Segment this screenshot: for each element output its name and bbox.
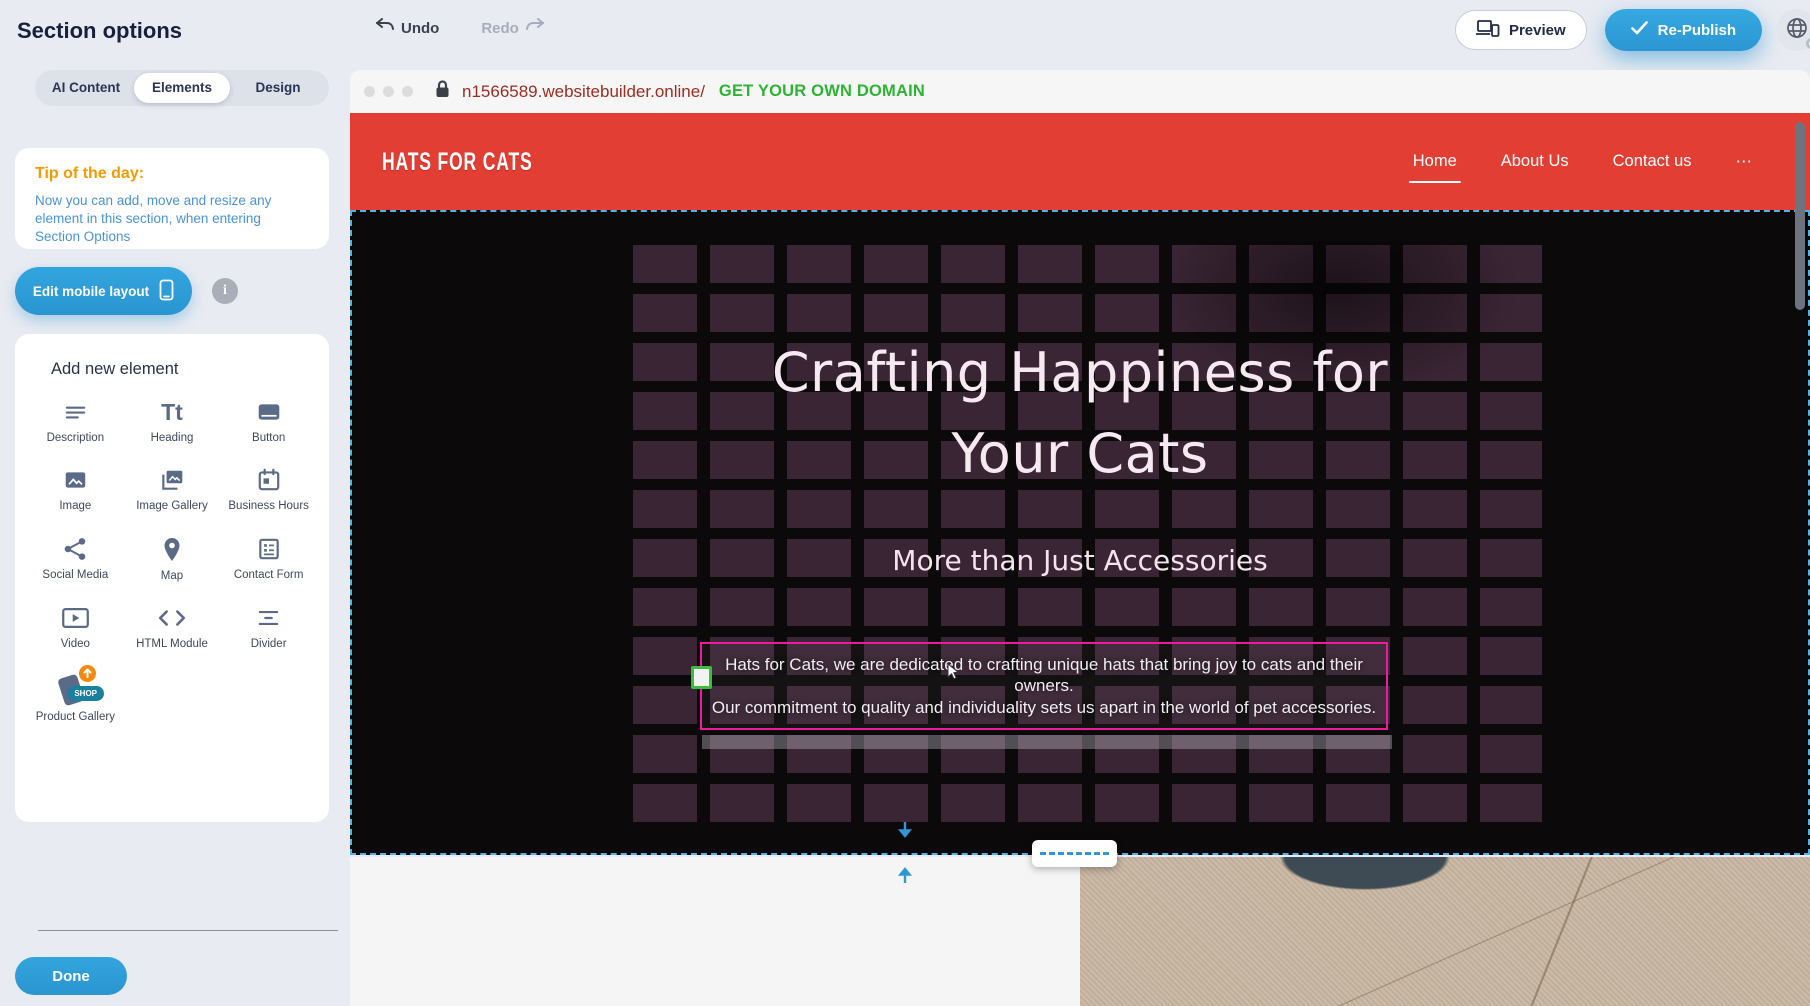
code-icon [157, 605, 187, 631]
image-gallery-icon [158, 467, 186, 493]
topbar-actions: Preview Re-Publish [1455, 0, 1810, 60]
sidebar-divider [38, 930, 338, 931]
nav-contact-us[interactable]: Contact us [1611, 146, 1694, 177]
tab-design[interactable]: Design [230, 73, 326, 103]
drag-ghost-strip [702, 735, 1392, 749]
devices-icon [1476, 19, 1500, 41]
divider-icon [255, 605, 282, 631]
sidebar: AI Content Elements Design Tip of the da… [0, 60, 350, 1006]
paragraph-line-2: Our commitment to quality and individual… [702, 697, 1386, 719]
globe-icon [1785, 16, 1809, 45]
site-url[interactable]: n1566589.websitebuilder.online/ [462, 82, 705, 102]
shop-badge: SHOP [67, 686, 104, 701]
social-media-icon [62, 536, 89, 562]
element-business-hours[interactable]: Business Hours [220, 467, 317, 513]
page-title: Section options [17, 18, 182, 44]
element-html-module[interactable]: HTML Module [124, 605, 221, 651]
element-divider[interactable]: Divider [220, 605, 317, 651]
tab-elements[interactable]: Elements [134, 73, 230, 103]
globe-status-dot [1806, 38, 1810, 49]
republish-label: Re-Publish [1658, 22, 1736, 39]
done-button[interactable]: Done [15, 957, 127, 995]
republish-button[interactable]: Re-Publish [1605, 9, 1762, 51]
lock-icon [435, 80, 450, 103]
hero-title[interactable]: Crafting Happiness for Your Cats [352, 332, 1808, 494]
element-button[interactable]: Button [220, 399, 317, 445]
contact-form-icon [256, 536, 282, 562]
element-image-gallery[interactable]: Image Gallery [124, 467, 221, 513]
undo-label: Undo [401, 20, 439, 37]
element-contact-form[interactable]: Contact Form [220, 536, 317, 583]
edit-mobile-label: Edit mobile layout [33, 284, 149, 299]
nav-about-us[interactable]: About Us [1499, 146, 1571, 177]
map-pin-icon [160, 536, 184, 563]
add-new-element-title: Add new element [27, 360, 317, 379]
hero-title-line-1: Crafting Happiness for [352, 332, 1808, 413]
upload-arrow-badge [79, 665, 96, 682]
element-social-media[interactable]: Social Media [27, 536, 124, 583]
tip-title: Tip of the day: [35, 165, 309, 183]
element-description[interactable]: Description [27, 399, 124, 445]
edit-mobile-layout-button[interactable]: Edit mobile layout [15, 267, 192, 315]
site-nav: Home About Us Contact us ⋯ [1411, 113, 1754, 210]
browser-bar: n1566589.websitebuilder.online/ GET YOUR… [350, 70, 1810, 113]
element-video[interactable]: Video [27, 605, 124, 651]
nav-home[interactable]: Home [1411, 146, 1459, 177]
redo-button[interactable]: Redo [481, 18, 545, 38]
product-gallery-icon: SHOP [53, 674, 97, 704]
history-controls: Undo Redo [375, 18, 545, 38]
selected-paragraph-box[interactable]: Hats for Cats, we are dedicated to craft… [700, 642, 1388, 730]
tip-body: Now you can add, move and resize any ele… [35, 192, 309, 247]
tip-of-the-day-card: Tip of the day: Now you can add, move an… [15, 148, 329, 249]
resize-handle-left[interactable] [691, 666, 712, 689]
hero-section[interactable]: Crafting Happiness for Your Cats More th… [350, 210, 1810, 855]
mouse-cursor [947, 663, 960, 685]
arrow-down-icon [897, 822, 913, 844]
heading-icon: Tt [161, 399, 183, 425]
add-new-element-panel: Add new element Description Tt Heading [15, 334, 329, 822]
language-globe-button[interactable] [1776, 9, 1810, 51]
element-image[interactable]: Image [27, 467, 124, 513]
dashed-boundary-line [1040, 852, 1109, 855]
undo-icon [375, 18, 394, 38]
hero-subtitle[interactable]: More than Just Accessories [352, 544, 1808, 577]
window-dots [364, 86, 413, 97]
button-icon [255, 399, 283, 425]
section-resize-pill[interactable] [1032, 840, 1117, 867]
element-grid: Description Tt Heading Button [27, 399, 317, 724]
get-domain-link[interactable]: GET YOUR OWN DOMAIN [719, 82, 925, 101]
phone-icon [159, 279, 174, 304]
site-logo[interactable]: HATS FOR CATS [382, 147, 533, 177]
element-heading[interactable]: Tt Heading [124, 399, 221, 445]
site-header[interactable]: HATS FOR CATS Home About Us Contact us ⋯ [350, 113, 1810, 210]
description-icon [62, 399, 89, 425]
website-builder-app: Section options Undo Redo [0, 0, 1810, 1006]
arrow-up-icon [897, 866, 913, 888]
element-product-gallery[interactable]: SHOP Product Gallery [27, 674, 124, 724]
video-icon [61, 605, 90, 631]
undo-button[interactable]: Undo [375, 18, 439, 38]
paragraph-line-1: Hats for Cats, we are dedicated to craft… [702, 654, 1386, 697]
redo-icon [526, 18, 545, 38]
sidebar-tabs: AI Content Elements Design [35, 70, 329, 106]
business-hours-icon [256, 467, 282, 493]
tab-ai-content[interactable]: AI Content [38, 73, 134, 103]
canvas-scrollbar[interactable] [1795, 122, 1805, 310]
next-section-image[interactable] [1080, 857, 1810, 1006]
hero-title-line-2: Your Cats [352, 413, 1808, 494]
image-icon [62, 467, 89, 493]
check-icon [1631, 21, 1648, 39]
info-icon[interactable]: i [212, 278, 238, 304]
nav-more[interactable]: ⋯ [1734, 146, 1755, 178]
element-map[interactable]: Map [124, 536, 221, 583]
redo-label: Redo [481, 20, 519, 37]
preview-button[interactable]: Preview [1455, 10, 1587, 50]
next-section-blank[interactable] [350, 857, 1080, 1006]
preview-label: Preview [1509, 22, 1566, 39]
